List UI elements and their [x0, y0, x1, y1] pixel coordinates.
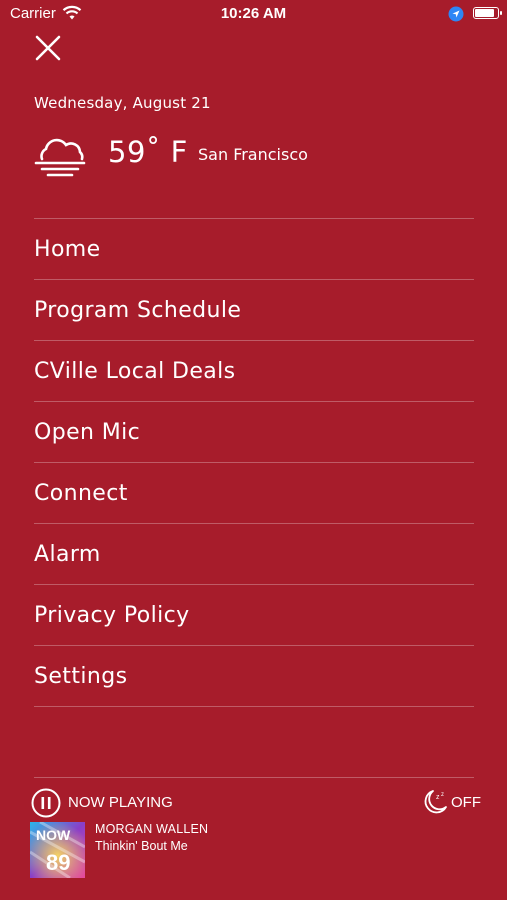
menu-item-cville-local-deals[interactable]: CVille Local Deals: [34, 341, 474, 402]
temperature: 59˚ F: [108, 135, 188, 169]
sleep-timer-label: OFF: [451, 794, 481, 811]
cloud-fog-icon: [34, 138, 86, 177]
menu-item-privacy-policy[interactable]: Privacy Policy: [34, 585, 474, 646]
menu-item-alarm[interactable]: Alarm: [34, 524, 474, 585]
close-icon[interactable]: [32, 32, 64, 64]
song-title: Thinkin' Bout Me: [95, 839, 188, 853]
menu-item-connect[interactable]: Connect: [34, 463, 474, 524]
now-playing-label: NOW PLAYING: [68, 794, 173, 811]
player-divider: [34, 777, 474, 778]
status-bar: Carrier 10:26 AM: [0, 0, 507, 28]
navigation-menu: Home Program Schedule CVille Local Deals…: [34, 218, 474, 707]
menu-item-open-mic[interactable]: Open Mic: [34, 402, 474, 463]
battery-icon: [473, 7, 502, 19]
menu-item-settings[interactable]: Settings: [34, 646, 474, 707]
sleep-timer-button[interactable]: z z OFF: [421, 788, 481, 816]
current-date: Wednesday, August 21: [34, 94, 211, 112]
weather-widget: 59˚ F San Francisco: [34, 133, 474, 179]
artist-name: MORGAN WALLEN: [95, 822, 209, 836]
moon-sleep-icon: z z: [424, 790, 447, 814]
clock-time: 10:26 AM: [220, 5, 287, 22]
menu-item-home[interactable]: Home: [34, 219, 474, 280]
weather-city: San Francisco: [198, 145, 308, 164]
menu-item-program-schedule[interactable]: Program Schedule: [34, 280, 474, 341]
svg-text:z: z: [441, 792, 444, 798]
location-services-icon: [448, 6, 464, 22]
album-art[interactable]: NOW 89: [30, 822, 85, 878]
svg-text:z: z: [436, 794, 440, 801]
pause-icon[interactable]: [31, 788, 61, 818]
